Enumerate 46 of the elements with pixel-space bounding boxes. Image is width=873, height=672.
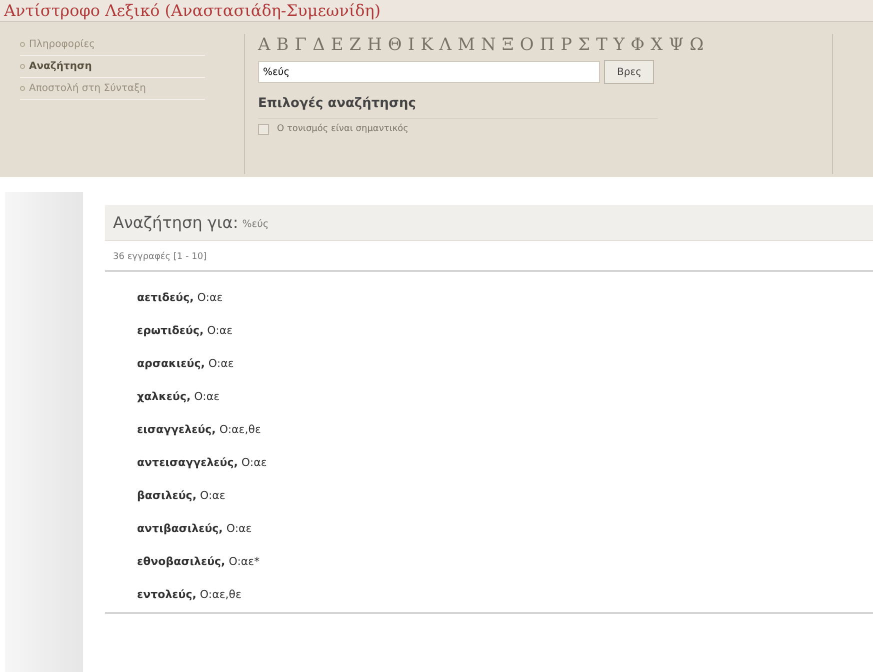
dictionary-entry: αετιδεύς, O:αε xyxy=(137,290,223,306)
results-heading: Αναζήτηση για: xyxy=(113,212,238,234)
dictionary-entry: αντιβασιλεύς, O:αε xyxy=(137,520,252,537)
options-heading: Επιλογές αναζήτησης xyxy=(258,94,658,118)
letter-link[interactable]: Τ xyxy=(596,34,608,56)
letter-link[interactable]: Η xyxy=(367,34,382,56)
letter-link[interactable]: Ν xyxy=(480,34,496,56)
letter-link[interactable]: Ε xyxy=(330,34,344,56)
letter-link[interactable]: Ψ xyxy=(668,34,684,56)
letter-link[interactable]: Ζ xyxy=(349,34,362,56)
letter-link[interactable]: Π xyxy=(540,34,555,56)
menu-item[interactable]: Αποστολή στη Σύνταξη xyxy=(20,78,205,100)
letter-link[interactable]: Μ xyxy=(458,34,475,56)
menu-item[interactable]: Πληροφορίες xyxy=(20,34,205,56)
search-field[interactable]: %εύς xyxy=(258,61,600,83)
dictionary-entry: ερωτιδεύς, O:αε xyxy=(137,322,233,339)
dictionary-entry: εντολεύς, O:αε,θε xyxy=(137,586,242,603)
letter-link[interactable]: Α xyxy=(258,34,270,56)
search-button[interactable]: Βρες xyxy=(604,60,654,84)
letter-link[interactable]: Υ xyxy=(613,34,625,56)
letter-link[interactable]: Κ xyxy=(420,34,434,56)
letter-link[interactable]: Ξ xyxy=(502,34,514,56)
letter-link[interactable]: Δ xyxy=(312,34,325,56)
checkbox[interactable] xyxy=(258,124,269,135)
letter-link[interactable]: Β xyxy=(276,34,289,56)
letter-link[interactable]: Ρ xyxy=(560,34,572,56)
letter-link[interactable]: Λ xyxy=(439,34,452,56)
letter-link[interactable]: Χ xyxy=(650,34,663,56)
result-count: 36 εγγραφές [1 - 10] xyxy=(113,251,207,264)
dictionary-entry: αντεισαγγελεύς, O:αε xyxy=(137,454,267,471)
menu-item[interactable]: Αναζήτηση xyxy=(20,56,205,78)
dictionary-entry: βασιλεύς, O:αε xyxy=(137,488,226,504)
letter-link[interactable]: Γ xyxy=(294,34,307,56)
site-title: Αντίστροφο Λεξικό (Αναστασιάδη-Συμεωνίδη) xyxy=(4,1,381,21)
dictionary-entry: χαλκεύς, O:αε xyxy=(137,388,220,405)
letter-link[interactable]: Ο xyxy=(520,34,534,56)
dictionary-entry: εισαγγελεύς, O:αε,θε xyxy=(137,422,261,438)
checkbox-label: Ο τονισμός είναι σημαντικός xyxy=(277,122,408,136)
letter-link[interactable]: Ω xyxy=(690,34,704,56)
query-text: %εύς xyxy=(242,218,269,232)
dictionary-entry: αρσακιεύς, O:αε xyxy=(137,356,234,372)
letter-link[interactable]: Φ xyxy=(630,34,645,56)
letter-link[interactable]: Θ xyxy=(388,34,402,56)
letter-link[interactable]: Σ xyxy=(578,34,590,56)
letter-link[interactable]: Ι xyxy=(408,34,415,56)
dictionary-entry: εθνοβασιλεύς, O:αε* xyxy=(137,554,260,570)
